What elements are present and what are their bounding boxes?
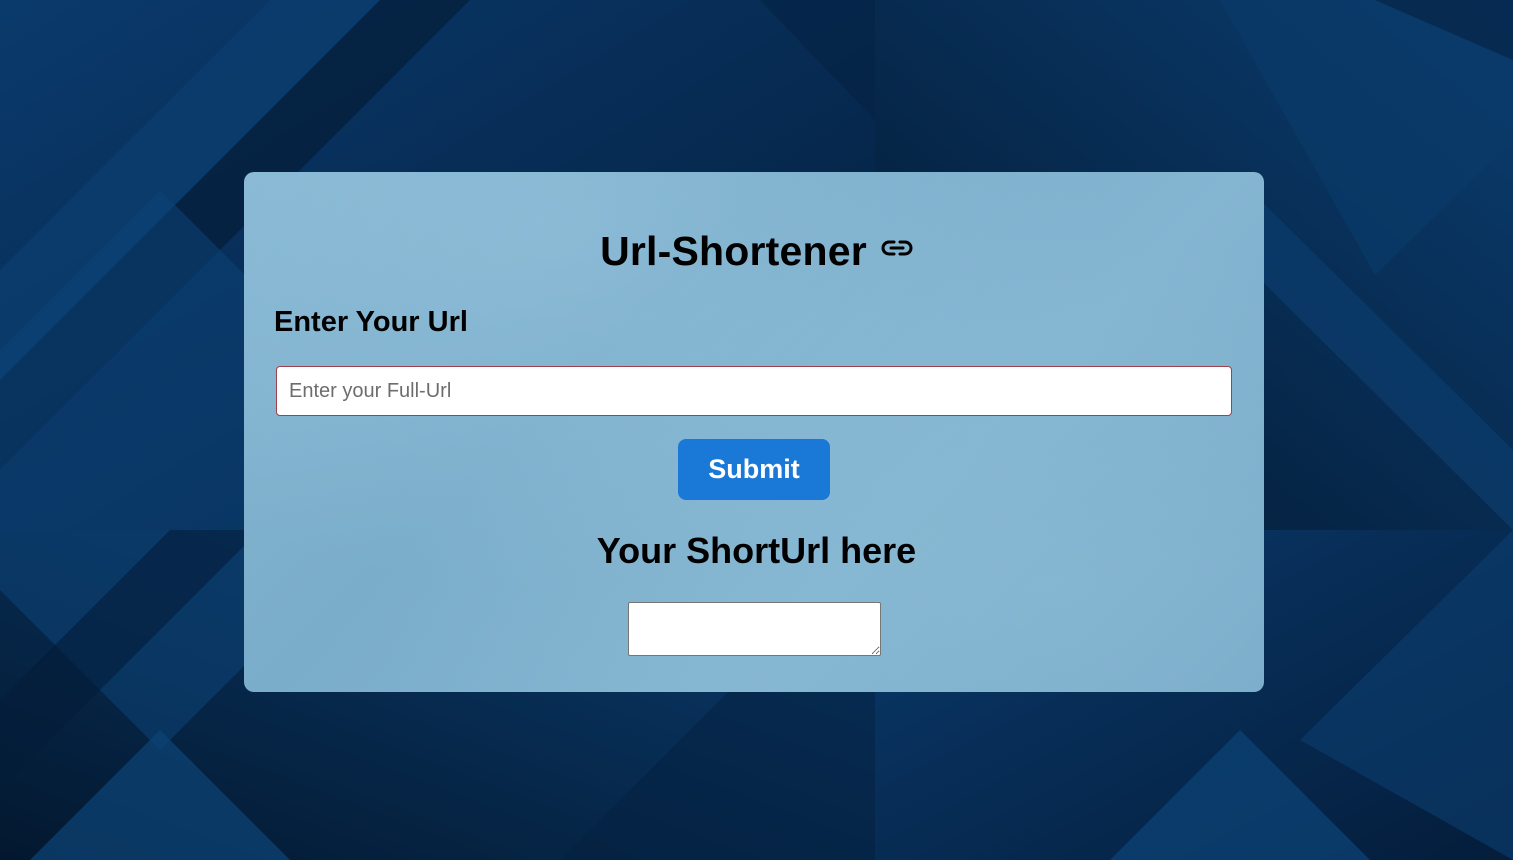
title-row: Url-Shortener — [0, 228, 1513, 280]
link-icon — [881, 238, 913, 258]
short-url-heading: Your ShortUrl here — [596, 530, 917, 571]
full-url-input[interactable] — [276, 366, 1232, 416]
url-label: Enter Your Url — [274, 306, 468, 338]
page: Url-Shortener Enter Your Url Submit Your… — [0, 0, 1513, 860]
submit-button[interactable]: Submit — [678, 439, 830, 500]
page-title: Url-Shortener — [600, 228, 867, 274]
short-url-output[interactable] — [628, 602, 881, 656]
